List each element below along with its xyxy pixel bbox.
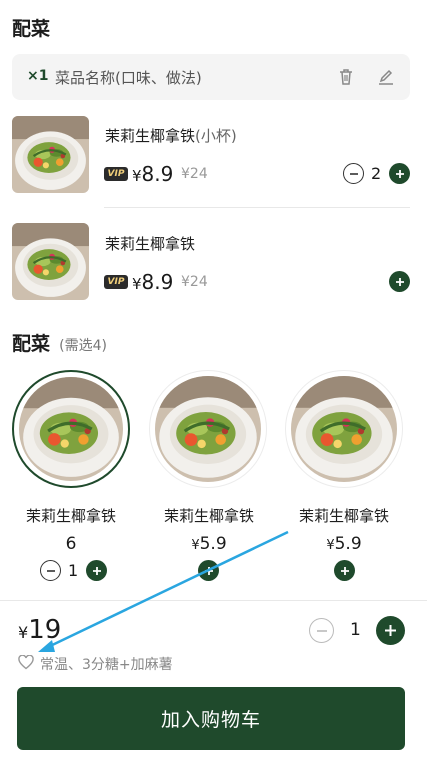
footer-divider [0,600,427,601]
item-image [12,223,89,300]
item-size: (小杯) [195,127,237,145]
selection-summary-bar: ×1 菜品名称(口味、做法) [12,54,410,100]
item-name: 茉莉生椰拿铁(小杯) [105,125,237,146]
side-image [155,376,261,482]
plus-icon [92,566,101,575]
side-qty: 1 [68,561,79,580]
minus-icon [349,172,358,175]
currency-symbol: ¥ [191,538,200,553]
footer-qty: 1 [350,620,361,640]
currency-symbol: ¥ [132,167,142,185]
sides-title: 配菜 [12,333,51,355]
minus-button[interactable] [343,163,364,184]
plus-button[interactable] [198,560,219,581]
side-option-card[interactable] [12,370,130,488]
heart-icon[interactable] [18,655,34,670]
item-row[interactable] [12,116,89,193]
item-original-price: ¥24 [181,274,208,290]
currency-symbol: ¥ [326,538,335,553]
side-price: 6 [7,534,135,554]
selection-qty: ×1 [27,68,49,84]
item-image [12,116,89,193]
currency-symbol: ¥ [132,275,142,293]
minus-icon [316,629,327,632]
selected-options: 常温、3分糖+加麻薯 [40,657,173,673]
side-name: 茉莉生椰拿铁 [163,507,254,525]
minus-icon [46,569,55,572]
price-value: 5.9 [334,534,362,554]
item-name: 茉莉生椰拿铁 [105,233,195,254]
vip-badge: VIP [104,275,128,289]
price-value: 8.9 [141,270,174,294]
price-value: 8.9 [141,162,174,186]
plus-icon [340,566,349,575]
side-price: ¥5.9 [145,534,273,554]
price-value: 6 [65,534,77,554]
plus-icon [395,277,404,286]
item-qty: 2 [371,164,382,183]
sides-requirement: (需选4) [59,338,107,354]
footer-plus-button[interactable] [376,616,405,645]
side-image [19,377,123,481]
item-price: ¥8.9 [132,270,173,294]
footer-minus-button[interactable] [309,618,334,643]
sides-header: 配菜 (需选4) [12,329,107,356]
item-original-price: ¥24 [181,166,208,182]
plus-icon [204,566,213,575]
total-price: ¥19 [18,615,61,645]
side-name: 茉莉生椰拿铁 [298,507,389,525]
plus-button[interactable] [86,560,107,581]
item-name-text: 茉莉生椰拿铁 [105,235,196,253]
price-value: 5.9 [199,534,227,554]
side-option-card[interactable] [149,370,267,488]
total-value: 19 [28,615,62,645]
side-image [291,376,397,482]
currency-symbol: ¥ [18,623,29,642]
item-name-text: 茉莉生椰拿铁 [105,127,196,145]
vip-badge: VIP [104,167,128,181]
plus-button[interactable] [389,163,410,184]
page-title: 配菜 [12,18,51,40]
side-price: ¥5.9 [280,534,408,554]
trash-icon[interactable] [336,67,356,87]
side-option-card[interactable] [285,370,403,488]
edit-icon[interactable] [376,67,396,87]
side-name: 茉莉生椰拿铁 [25,507,116,525]
plus-icon [385,625,396,636]
item-price: ¥8.9 [132,162,173,186]
minus-button[interactable] [40,560,61,581]
plus-button[interactable] [334,560,355,581]
plus-button[interactable] [389,271,410,292]
add-to-cart-button[interactable]: 加入购物车 [17,687,405,750]
item-row[interactable] [12,223,89,300]
selection-name: 菜品名称(口味、做法) [55,69,202,87]
plus-icon [395,169,404,178]
divider [104,207,410,208]
